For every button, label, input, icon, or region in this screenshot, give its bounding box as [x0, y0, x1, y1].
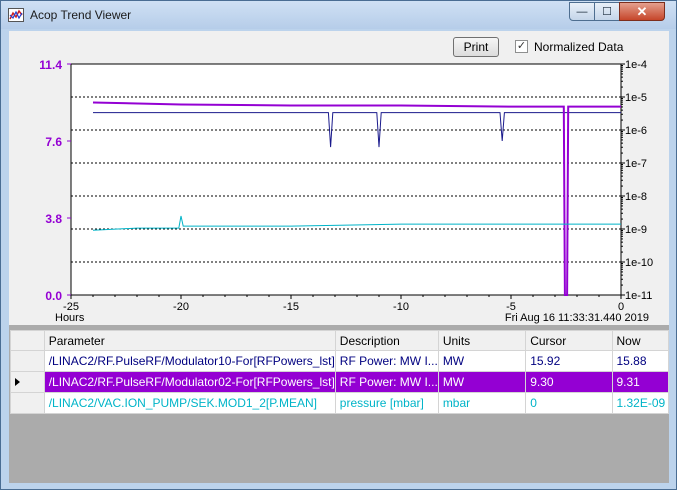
x-axis-label: Hours [55, 312, 85, 324]
cell-parameter[interactable]: /LINAC2/RF.PulseRF/Modulator10-For[RFPow… [43, 350, 336, 372]
column-header-parameter[interactable]: Parameter [43, 330, 336, 351]
normalized-data-label: Normalized Data [534, 40, 624, 54]
cell-units[interactable]: MW [437, 371, 527, 393]
cell-cursor[interactable]: 15.92 [525, 350, 613, 372]
plot-area [70, 63, 622, 296]
maximize-icon: ☐ [602, 6, 612, 18]
right-axis-tick-label: 1e-10 [625, 257, 653, 269]
minimize-icon: — [576, 5, 588, 18]
table-row[interactable]: /LINAC2/RF.PulseRF/Modulator10-For[RFPow… [10, 350, 669, 372]
row-header-corner [10, 330, 45, 351]
app-window: Acop Trend Viewer — ☐ ✕ 1e-4 1e-5 1e-6 1e-7… [0, 0, 677, 490]
cell-description[interactable]: RF Power: MW I... [334, 350, 439, 372]
left-axis-tick-label: 0.0 [45, 289, 62, 303]
right-axis-tick-label: 1e-6 [625, 125, 647, 137]
right-axis-tick-label: 1e-11 [625, 290, 652, 302]
column-header-now[interactable]: Now [611, 330, 669, 351]
trend-chart[interactable]: 1e-4 1e-5 1e-6 1e-7 1e-8 1e-9 1e-10 1e-11 11.4 7.… [9, 31, 669, 325]
cell-cursor[interactable]: 0 [525, 392, 613, 414]
x-axis-tick-label: -10 [393, 301, 409, 313]
close-button[interactable]: ✕ [619, 2, 665, 21]
row-header[interactable] [10, 392, 45, 414]
minimize-button[interactable]: — [569, 2, 595, 21]
maximize-button[interactable]: ☐ [594, 2, 620, 21]
table-row-selected[interactable]: /LINAC2/RF.PulseRF/Modulator02-For[RFPow… [10, 371, 669, 393]
row-header[interactable] [10, 371, 45, 393]
cell-cursor[interactable]: 9.30 [525, 371, 613, 393]
right-axis-tick-label: 1e-8 [625, 191, 647, 203]
cell-units[interactable]: mbar [437, 392, 527, 414]
check-icon: ✓ [516, 40, 527, 52]
x-axis-tick-label: -20 [173, 301, 189, 313]
close-icon: ✕ [636, 3, 648, 19]
parameter-table-area: Parameter Description Units Cursor Now /… [9, 328, 669, 483]
left-axis-tick-label: 3.8 [45, 212, 62, 226]
print-button[interactable]: Print [453, 37, 499, 57]
cell-now[interactable]: 1.32E-09 [611, 392, 669, 414]
client-area: 1e-4 1e-5 1e-6 1e-7 1e-8 1e-9 1e-10 1e-11 11.4 7.… [9, 31, 669, 483]
column-header-units[interactable]: Units [437, 330, 527, 351]
cell-description[interactable]: pressure [mbar] [334, 392, 439, 414]
chart-panel: 1e-4 1e-5 1e-6 1e-7 1e-8 1e-9 1e-10 1e-11 11.4 7.… [9, 31, 669, 325]
right-axis-tick-label: 1e-4 [625, 59, 647, 71]
app-trend-icon [8, 8, 24, 22]
row-header[interactable] [10, 350, 45, 372]
current-row-arrow-icon [15, 378, 20, 386]
left-axis-tick-label: 11.4 [39, 58, 62, 72]
table-header-row: Parameter Description Units Cursor Now [10, 330, 669, 351]
cell-parameter[interactable]: /LINAC2/VAC.ION_PUMP/SEK.MOD1_2[P.MEAN] [43, 392, 336, 414]
window-title: Acop Trend Viewer [30, 8, 132, 22]
cell-units[interactable]: MW [437, 350, 527, 372]
right-axis-tick-label: 1e-5 [625, 92, 647, 104]
column-header-cursor[interactable]: Cursor [525, 330, 613, 351]
parameter-table: Parameter Description Units Cursor Now /… [10, 330, 669, 414]
right-axis-tick-label: 1e-7 [625, 158, 647, 170]
normalized-data-checkbox[interactable]: ✓ [515, 40, 528, 53]
left-axis-tick-label: 7.6 [45, 135, 62, 149]
cell-now[interactable]: 15.88 [611, 350, 669, 372]
cell-parameter[interactable]: /LINAC2/RF.PulseRF/Modulator02-For[RFPow… [43, 371, 336, 393]
cell-now[interactable]: 9.31 [611, 371, 669, 393]
timestamp-label: Fri Aug 16 11:33:31.440 2019 [505, 312, 649, 324]
table-row[interactable]: /LINAC2/VAC.ION_PUMP/SEK.MOD1_2[P.MEAN] … [10, 392, 669, 414]
title-bar[interactable]: Acop Trend Viewer — ☐ ✕ [1, 1, 676, 29]
right-axis-tick-label: 1e-9 [625, 224, 647, 236]
cell-description[interactable]: RF Power: MW I... [334, 371, 439, 393]
x-axis-tick-label: -15 [283, 301, 299, 313]
column-header-description[interactable]: Description [334, 330, 439, 351]
